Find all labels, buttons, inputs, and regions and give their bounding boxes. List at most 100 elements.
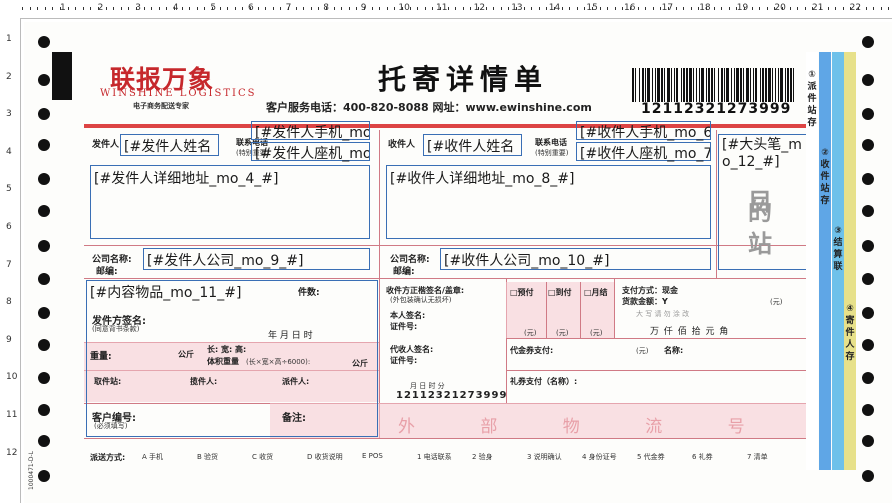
form-line <box>84 438 806 439</box>
sender-mobile-field[interactable]: [#发件人手机_mo <box>251 121 370 141</box>
dimensions-label: 长: 宽: 高: <box>207 345 247 354</box>
count-label: 件数: <box>298 288 320 298</box>
sender-name-field[interactable]: [#发件人姓名 <box>120 134 219 156</box>
ruler-tick <box>417 7 419 10</box>
gift-label: 礼券支付（名称）: <box>510 377 578 386</box>
ruler-tick <box>181 7 183 10</box>
barcode-bar <box>787 68 789 102</box>
delivery-option[interactable]: 5 代金券 <box>637 452 665 462</box>
strip-text: 结 <box>833 238 843 248</box>
receiver-contact-label: 联系电话 <box>535 138 567 147</box>
receiver-company-field[interactable]: [#收件人公司_mo_10_#] <box>440 248 711 270</box>
delivery-option[interactable]: A 手机 <box>142 452 163 462</box>
ruler-number: 2 <box>97 3 104 13</box>
barcode-bar <box>778 68 779 102</box>
punch-hole <box>38 404 50 416</box>
delivery-option[interactable]: 3 说明确认 <box>527 452 562 462</box>
page-title: 托寄详情单 <box>378 63 549 96</box>
receiver-phone-field[interactable]: [#收件人座机_mo_7 <box>576 142 711 162</box>
receiver-mobile-field[interactable]: [#收件人手机_mo_6 <box>576 121 711 141</box>
strip-text: 联 <box>833 262 843 272</box>
punch-hole <box>862 173 874 185</box>
delivery-option[interactable]: C 收货 <box>252 452 273 462</box>
punch-hole <box>862 36 874 48</box>
ruler-tick <box>462 7 464 10</box>
ruler-tick <box>295 7 297 10</box>
customer-number-sub: (必须填写) <box>94 422 128 430</box>
strip-text: 件 <box>807 94 817 104</box>
barcode-bar <box>676 68 678 102</box>
punch-hole <box>38 173 50 185</box>
ruler-number: 11 <box>436 3 448 13</box>
barcode-bar <box>734 68 735 102</box>
ruler-tick <box>835 7 837 10</box>
ruler-tick <box>675 7 677 10</box>
delivery-option[interactable]: 1 电话联系 <box>417 452 452 462</box>
registration-mark <box>52 52 72 100</box>
delivery-option[interactable]: 6 礼券 <box>692 452 713 462</box>
sender-postcode-label: 邮编: <box>96 267 118 277</box>
ruler-tick <box>189 7 191 10</box>
punch-hole <box>38 205 50 217</box>
punch-hole <box>862 339 874 351</box>
barcode-bar <box>721 68 723 102</box>
barcode-bar <box>647 68 650 102</box>
barcode-bar <box>639 68 640 102</box>
delivery-option[interactable]: 2 验身 <box>472 452 493 462</box>
delivery-option[interactable]: D 收货说明 <box>307 452 343 462</box>
sender-company-field[interactable]: [#发件人公司_mo_9_#] <box>143 248 370 270</box>
ruler-tick <box>797 7 799 10</box>
ruler-tick <box>143 7 145 10</box>
delivery-option[interactable]: B 验货 <box>197 452 218 462</box>
ruler-tick <box>348 7 350 10</box>
ruler-tick <box>371 7 373 10</box>
receiver-address-field[interactable]: [#收件人详细地址_mo_8_#] <box>386 165 711 239</box>
ruler-number: 13 <box>511 3 523 13</box>
ruler-number: 11 <box>6 410 18 420</box>
delivery-option[interactable]: 7 清单 <box>747 452 768 462</box>
barcode-bar <box>701 68 704 102</box>
strip-text: 存 <box>845 352 855 362</box>
ruler-number: 5 <box>6 184 12 195</box>
barcode-bar <box>689 68 692 102</box>
form-line <box>84 245 806 246</box>
ruler-tick <box>759 7 761 10</box>
barcode-bar <box>711 68 713 102</box>
pay-option-cod[interactable]: □到付 <box>548 287 572 298</box>
strip-number: ① <box>808 70 816 80</box>
ruler-tick <box>113 7 115 10</box>
ruler-number: 18 <box>699 3 711 13</box>
cod-amount-label: 货款金额：Y <box>622 297 668 306</box>
barcode-bar <box>657 68 660 102</box>
receiver-label: 收件人 <box>388 140 416 150</box>
form-line <box>379 130 380 438</box>
strip-text: 人 <box>845 340 855 350</box>
delivery-option[interactable]: 4 身份证号 <box>582 452 617 462</box>
punch-hole <box>38 470 50 482</box>
strip-number: ④ <box>846 304 854 314</box>
pay-option-monthly[interactable]: □月结 <box>584 287 608 298</box>
ruler-tick <box>37 7 39 10</box>
ruler-number: 12 <box>6 447 18 458</box>
sender-address-field[interactable]: [#发件人详细地址_mo_4_#] <box>90 165 370 239</box>
delivery-option[interactable]: E POS <box>362 452 383 460</box>
punch-hole <box>38 139 50 151</box>
punch-hole <box>862 108 874 120</box>
receiver-name-field[interactable]: [#收件人姓名 <box>423 134 522 156</box>
pay-option-prepaid[interactable]: □预付 <box>510 287 534 298</box>
ruler-tick <box>29 7 31 10</box>
ruler-number: 6 <box>6 222 12 232</box>
sign-date-label: 年 月 日 时 <box>268 331 313 341</box>
ruler-number: 14 <box>548 3 561 13</box>
barcode-bar <box>768 68 771 102</box>
punch-hole <box>862 240 874 252</box>
ruler-tick <box>538 7 540 10</box>
ruler-tick <box>128 7 130 10</box>
strip-text: 存 <box>807 118 817 128</box>
punch-hole <box>38 372 50 384</box>
external-logistics-label: 外 部 物 流 号 <box>398 417 775 437</box>
punch-hole <box>38 339 50 351</box>
sender-phone-field[interactable]: [#发件人座机_mo <box>251 142 370 162</box>
proxy-id-label: 证件号: <box>390 356 418 365</box>
form-line <box>546 282 547 338</box>
